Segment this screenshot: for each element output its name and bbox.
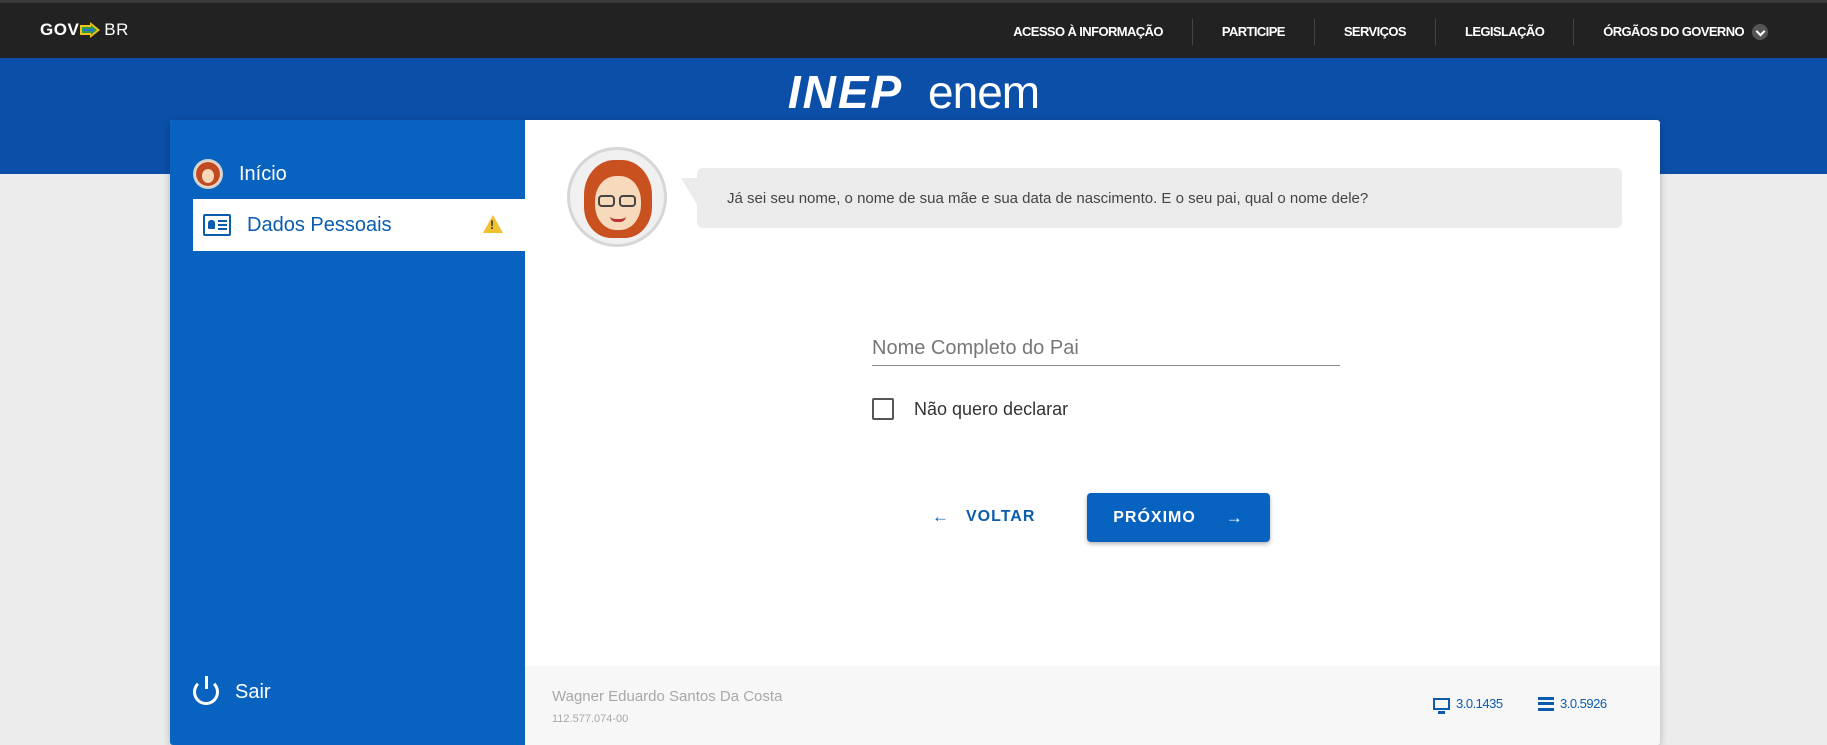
nav-participe[interactable]: PARTICIPE bbox=[1191, 19, 1314, 45]
nav-legislacao[interactable]: LEGISLAÇÃO bbox=[1435, 19, 1573, 45]
server-icon bbox=[1538, 696, 1554, 711]
sidebar-item-sair[interactable]: Sair bbox=[193, 666, 271, 718]
sidebar: Início Dados Pessoais Sair bbox=[170, 120, 525, 745]
sidebar-item-label: Início bbox=[239, 162, 287, 185]
back-button[interactable]: ← VOLTAR bbox=[932, 493, 1035, 541]
back-label: VOLTAR bbox=[966, 508, 1036, 525]
father-name-input[interactable] bbox=[872, 318, 1340, 365]
sidebar-item-label: Dados Pessoais bbox=[247, 213, 392, 236]
main-card: Início Dados Pessoais Sair Já sei seu no… bbox=[170, 120, 1660, 745]
not-declare-checkbox[interactable] bbox=[872, 398, 894, 420]
arrow-right-icon: → bbox=[1225, 507, 1244, 527]
nav-orgaos-label: ÓRGÃOS DO GOVERNO bbox=[1603, 24, 1744, 39]
client-version-text: 3.0.1435 bbox=[1456, 696, 1503, 711]
gov-logo-text: GOV bbox=[40, 20, 80, 39]
speech-bubble: Já sei seu nome, o nome de sua mãe e sua… bbox=[681, 168, 1622, 228]
nav-servicos[interactable]: SERVIÇOS bbox=[1313, 19, 1435, 45]
client-version: 3.0.1435 bbox=[1433, 696, 1503, 714]
warning-icon bbox=[483, 215, 503, 233]
inep-logo-text: INEP bbox=[787, 66, 904, 118]
gov-arrow-icon bbox=[80, 22, 101, 38]
sidebar-item-inicio[interactable]: Início bbox=[193, 148, 287, 200]
inep-enem-logo: INEP enem bbox=[0, 64, 1827, 120]
father-name-field[interactable] bbox=[872, 318, 1340, 366]
next-label: PRÓXIMO bbox=[1113, 508, 1196, 526]
gov-br-logo[interactable]: GOV BR bbox=[40, 20, 129, 40]
user-name: Wagner Eduardo Santos Da Costa bbox=[552, 688, 783, 705]
enem-logo-text: enem bbox=[928, 66, 1040, 118]
main-content: Já sei seu nome, o nome de sua mãe e sua… bbox=[525, 120, 1660, 745]
monitor-icon bbox=[1433, 697, 1450, 714]
avatar-icon bbox=[193, 159, 223, 189]
gov-nav: ACESSO À INFORMAÇÃO PARTICIPE SERVIÇOS L… bbox=[984, 3, 1797, 61]
nav-orgaos-governo[interactable]: ÓRGÃOS DO GOVERNO bbox=[1573, 19, 1797, 45]
footer: Wagner Eduardo Santos Da Costa 112.577.0… bbox=[525, 666, 1660, 745]
server-version: 3.0.5926 bbox=[1538, 696, 1607, 711]
not-declare-row[interactable]: Não quero declarar bbox=[872, 398, 1068, 420]
not-declare-label: Não quero declarar bbox=[914, 398, 1069, 419]
chevron-down-icon bbox=[1752, 24, 1768, 40]
sidebar-item-label: Sair bbox=[235, 680, 271, 703]
id-card-icon bbox=[203, 214, 231, 236]
gov-top-bar: GOV BR ACESSO À INFORMAÇÃO PARTICIPE SER… bbox=[0, 0, 1827, 58]
server-version-text: 3.0.5926 bbox=[1560, 696, 1607, 711]
gov-logo-br: BR bbox=[104, 20, 129, 39]
arrow-left-icon: ← bbox=[932, 507, 950, 526]
nav-acesso-informacao[interactable]: ACESSO À INFORMAÇÃO bbox=[984, 19, 1192, 45]
user-cpf: 112.577.074-00 bbox=[552, 713, 629, 725]
bubble-text: Já sei seu nome, o nome de sua mãe e sua… bbox=[727, 189, 1369, 207]
power-icon bbox=[193, 676, 219, 705]
assistant-avatar bbox=[567, 147, 667, 247]
sidebar-item-dados-pessoais[interactable]: Dados Pessoais bbox=[193, 199, 525, 251]
next-button[interactable]: PRÓXIMO → bbox=[1087, 493, 1270, 542]
